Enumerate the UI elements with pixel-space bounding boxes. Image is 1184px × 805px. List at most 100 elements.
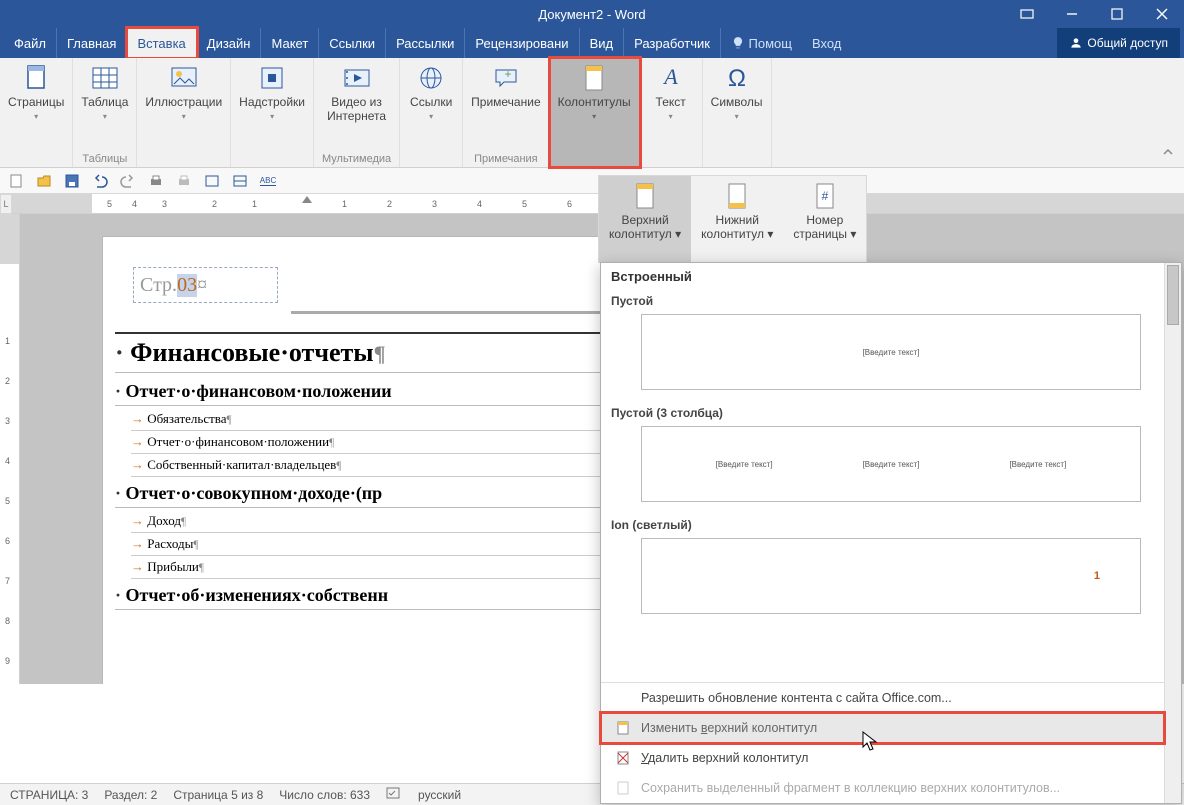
text-button[interactable]: A Текст ▾ [648,62,694,121]
illustrations-button[interactable]: Иллюстрации ▾ [145,62,222,121]
qat-undo-icon[interactable] [92,173,108,189]
gallery-remove-header[interactable]: Удалить верхний колонтитул [601,743,1164,773]
vertical-ruler[interactable]: 123 456 789 [0,214,20,684]
illustrations-icon [168,62,200,94]
proofing-icon[interactable] [386,786,402,803]
window-title: Документ2 - Word [538,7,645,22]
pages-button[interactable]: Страницы ▾ [8,62,64,121]
tab-design[interactable]: Дизайн [197,28,262,58]
qat-print-icon[interactable] [148,173,164,189]
scrollbar-thumb[interactable] [1167,265,1179,325]
group-addins: Надстройки ▾ [231,58,314,167]
ribbon-tabs: Файл Главная Вставка Дизайн Макет Ссылки… [0,28,1184,58]
tab-references[interactable]: Ссылки [319,28,386,58]
qat-redo-icon[interactable] [120,173,136,189]
gallery-item-blank3[interactable]: Пустой (3 столбца) [Введите текст] [Введ… [601,402,1181,514]
gallery-edit-header[interactable]: Изменить верхний колонтитул [601,713,1164,743]
status-words[interactable]: Число слов: 633 [279,788,370,802]
tab-file[interactable]: Файл [4,28,57,58]
status-page[interactable]: СТРАНИЦА: 3 [10,788,88,802]
status-section[interactable]: Раздел: 2 [104,788,157,802]
video-icon [341,62,373,94]
svg-text:3: 3 [432,199,437,209]
sign-in[interactable]: Вход [802,28,851,58]
tell-me-label: Помощ [749,36,792,51]
preview-placeholder: [Введите текст] [863,460,920,469]
table-icon [89,62,121,94]
gallery-item-label: Пустой (3 столбца) [611,406,1171,420]
online-video-button[interactable]: Видео изИнтернета [327,62,386,124]
tab-developer[interactable]: Разработчик [624,28,721,58]
status-language[interactable]: русский [418,788,461,802]
video-label2: Интернета [327,109,386,123]
addins-icon [256,62,288,94]
collapse-ribbon-icon[interactable] [1162,146,1174,161]
group-media-label: Мультимедиа [322,153,391,165]
group-tables-label: Таблицы [82,153,127,165]
quick-access-toolbar: ABC [0,168,1184,194]
footer-label2: колонтитул [701,227,764,241]
header-gallery-dropdown: Встроенный Пустой [Введите текст] Пустой… [600,262,1182,804]
header-prefix: Стр. [140,274,177,297]
qat-toggle1-icon[interactable] [204,173,220,189]
tab-mailings[interactable]: Рассылки [386,28,465,58]
ribbon-options-icon[interactable] [1004,0,1049,28]
qat-open-icon[interactable] [36,173,52,189]
addins-button[interactable]: Надстройки ▾ [239,62,305,121]
gallery-item-blank[interactable]: Пустой [Введите текст] [601,290,1181,402]
gallery-scrollbar[interactable] [1164,263,1181,803]
qat-quickprint-icon[interactable] [176,173,192,189]
video-label1: Видео из [331,95,382,109]
svg-text:5: 5 [522,199,527,209]
share-button[interactable]: Общий доступ [1057,28,1180,58]
group-symbols: Ω Символы ▾ [703,58,772,167]
gallery-item-label: Пустой [611,294,1171,308]
text-label: Текст [656,96,686,110]
header-edit-box[interactable]: Стр.03¤ [133,267,278,303]
header-button[interactable]: Верхнийколонтитул ▾ [599,176,691,262]
headerfooter-button[interactable]: Колонтитулы ▾ [558,62,631,121]
svg-text:A: A [662,64,678,89]
header-label2: колонтитул [609,227,672,241]
symbols-button[interactable]: Ω Символы ▾ [711,62,763,121]
gallery-footer: Разрешить обновление контента с сайта Of… [601,682,1164,803]
group-pages: Страницы ▾ [0,58,73,167]
tab-selector[interactable]: L [0,194,12,214]
qat-save-icon[interactable] [64,173,80,189]
gallery-item-ion[interactable]: Ion (светлый) 1 [601,514,1181,626]
headerfooter-subpanel: Верхнийколонтитул ▾ Нижнийколонтитул ▾ #… [598,175,867,263]
comment-button[interactable]: + Примечание [471,62,540,110]
svg-text:1: 1 [5,336,10,346]
header-label1: Верхний [621,213,668,227]
links-button[interactable]: Ссылки ▾ [408,62,454,121]
group-tables: Таблица ▾ Таблицы [73,58,137,167]
page-number-button[interactable]: # Номерстраницы ▾ [783,176,866,262]
close-icon[interactable] [1139,0,1184,28]
tab-review[interactable]: Рецензировани [465,28,579,58]
status-pageof[interactable]: Страница 5 из 8 [173,788,263,802]
minimize-icon[interactable] [1049,0,1094,28]
qat-toggle2-icon[interactable] [232,173,248,189]
tab-view[interactable]: Вид [580,28,625,58]
footer-icon [721,180,753,212]
tab-home[interactable]: Главная [57,28,127,58]
tab-insert[interactable]: Вставка [127,28,196,58]
headerfooter-label: Колонтитулы [558,96,631,110]
header-icon [629,180,661,212]
tell-me[interactable]: Помощ [721,28,802,58]
tab-layout[interactable]: Макет [261,28,319,58]
group-media: Видео изИнтернета Мультимедиа [314,58,400,167]
footer-button[interactable]: Нижнийколонтитул ▾ [691,176,783,262]
share-label: Общий доступ [1087,36,1168,50]
ribbon: Страницы ▾ Таблица ▾ Таблицы Иллюстрации… [0,58,1184,168]
gallery-enable-office-updates[interactable]: Разрешить обновление контента с сайта Of… [601,683,1164,713]
table-button[interactable]: Таблица ▾ [81,62,128,121]
svg-text:4: 4 [5,456,10,466]
svg-text:2: 2 [212,199,217,209]
maximize-icon[interactable] [1094,0,1139,28]
gallery-preview: [Введите текст] [Введите текст] [Введите… [641,426,1141,502]
symbols-label: Символы [711,96,763,110]
svg-text:4: 4 [477,199,482,209]
qat-spellcheck-icon[interactable]: ABC [260,173,276,189]
qat-new-icon[interactable] [8,173,24,189]
